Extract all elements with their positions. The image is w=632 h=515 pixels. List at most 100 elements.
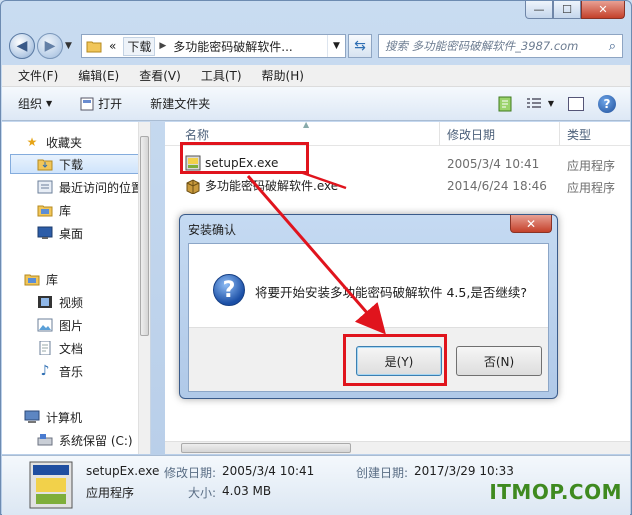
watermark: ITMOP.COM (489, 480, 622, 504)
organize-label: 组织 (18, 97, 43, 111)
menu-help[interactable]: 帮助(H) (252, 67, 314, 84)
column-modified[interactable]: 修改日期 (447, 126, 495, 143)
nav-videos[interactable]: 视频 (37, 292, 83, 312)
video-icon (38, 296, 52, 308)
details-file-type: 应用程序 (86, 486, 135, 500)
dialog-title: 安装确认 (188, 223, 237, 237)
refresh-icon: ⇆ (354, 38, 366, 54)
search-placeholder: 搜索 多功能密码破解软件_3987.com (385, 39, 579, 53)
nav-downloads-label: 下载 (59, 157, 84, 172)
nav-videos-label: 视频 (59, 295, 84, 310)
open-button[interactable]: 打开 (80, 95, 122, 112)
command-bar: 组织 ▼ 打开 新建文件夹 ▼ ? (2, 87, 630, 121)
breadcrumb[interactable]: « 下载 ▶ 多功能密码破解软件... ▼ (81, 34, 346, 58)
no-button[interactable]: 否(N) (456, 346, 542, 376)
breadcrumb-overflow[interactable]: « (106, 39, 119, 53)
open-app-icon (80, 97, 94, 110)
question-icon: ? (213, 274, 245, 306)
change-view-button[interactable]: ▼ (526, 97, 554, 111)
nav-desktop[interactable]: 桌面 (37, 223, 83, 243)
refresh-button[interactable]: ⇆ (348, 34, 372, 58)
dialog-message: 将要开始安装多功能密码破解软件 4.5,是否继续? (255, 285, 527, 300)
caption-buttons: — ☐ ✕ (525, 1, 625, 19)
details-file-name: setupEx.exe (86, 464, 160, 478)
dialog-close-button[interactable]: ✕ (510, 215, 552, 233)
column-name[interactable]: 名称 (185, 126, 209, 143)
folder-icon (86, 41, 102, 53)
back-button[interactable]: ◀ (9, 33, 35, 59)
details-created-value: 2017/3/29 10:33 (414, 464, 514, 478)
view-details-icon (526, 97, 541, 108)
file-name: 多功能密码破解软件.exe (205, 179, 339, 193)
library-icon (24, 274, 40, 286)
nav-pictures[interactable]: 图片 (37, 315, 83, 335)
nav-music-label: 音乐 (59, 364, 84, 379)
nav-downloads[interactable]: 下载 (10, 154, 147, 174)
search-input[interactable]: 搜索 多功能密码破解软件_3987.com ⌕ (378, 34, 623, 58)
desktop-icon (37, 226, 53, 239)
column-divider[interactable] (559, 122, 560, 146)
file-list-hscrollbar[interactable] (165, 441, 630, 454)
arrow-right-icon: ▶ (44, 38, 56, 54)
menu-edit[interactable]: 编辑(E) (68, 67, 129, 84)
nav-documents[interactable]: 文档 (37, 338, 83, 358)
details-modified-value: 2005/3/4 10:41 (222, 464, 315, 478)
minimize-button[interactable]: — (525, 1, 553, 19)
package-app-icon (186, 178, 200, 194)
maximize-button[interactable]: ☐ (553, 1, 581, 19)
nav-pictures-label: 图片 (59, 318, 84, 333)
nav-music[interactable]: ♪ 音乐 (37, 361, 83, 381)
breadcrumb-current-folder[interactable]: 多功能密码破解软件... (170, 38, 295, 55)
highlight-box-yes (343, 334, 447, 386)
nav-computer-label: 计算机 (46, 410, 83, 425)
nav-library-shortcut[interactable]: 库 (37, 200, 71, 220)
chevron-down-icon[interactable]: ▼ (327, 35, 345, 57)
file-row[interactable]: 多功能密码破解软件.exe 2014/6/24 18:46 应用程序 (165, 175, 630, 197)
recent-pages-dropdown[interactable]: ▼ (65, 41, 77, 51)
nav-scrollbar-thumb[interactable] (140, 136, 149, 336)
installer-app-icon (29, 461, 73, 509)
details-size-label: 大小: (188, 486, 217, 500)
nav-scrollbar[interactable] (138, 122, 150, 454)
details-created-label: 创建日期: (356, 466, 409, 480)
navigation-pane: ★ 收藏夹 下载 最近访问的位置 库 桌面 库 视频 图片 文档 ♪ 音乐 计算… (2, 122, 151, 454)
nav-library-shortcut-label: 库 (59, 203, 72, 218)
computer-icon (24, 410, 40, 423)
document-icon (39, 341, 51, 355)
nav-system-drive[interactable]: 系统保留 (C:) (37, 430, 133, 450)
preview-pane-icon[interactable] (568, 96, 584, 111)
file-name-cell[interactable]: 多功能密码破解软件.exe (185, 177, 338, 194)
nav-favorites[interactable]: ★ 收藏夹 (24, 132, 82, 152)
forward-button[interactable]: ▶ (37, 33, 63, 59)
picture-icon (37, 318, 53, 332)
menu-file[interactable]: 文件(F) (8, 67, 68, 84)
nav-favorites-label: 收藏夹 (46, 135, 83, 150)
menu-tools[interactable]: 工具(T) (191, 67, 252, 84)
address-bar: ◀ ▶ ▼ « 下载 ▶ 多功能密码破解软件... ▼ ⇆ 搜索 多功能密码破解… (9, 31, 623, 61)
nav-recent[interactable]: 最近访问的位置 (37, 177, 143, 197)
chevron-right-icon[interactable]: ▶ (159, 41, 166, 51)
highlight-box-file (180, 142, 309, 174)
library-icon (37, 205, 53, 217)
command-bar-right: ▼ ? (498, 94, 616, 113)
nav-computer[interactable]: 计算机 (24, 407, 82, 427)
details-pane: setupEx.exe 应用程序 修改日期: 2005/3/4 10:41 大小… (2, 455, 630, 515)
preview-app-icon[interactable] (498, 96, 512, 112)
recent-places-icon (37, 180, 53, 194)
nav-desktop-label: 桌面 (59, 226, 84, 241)
new-folder-button[interactable]: 新建文件夹 (150, 95, 210, 112)
menu-view[interactable]: 查看(V) (129, 67, 191, 84)
file-type: 应用程序 (567, 159, 616, 173)
help-icon[interactable]: ? (598, 94, 616, 113)
download-folder-icon (37, 159, 53, 171)
close-button[interactable]: ✕ (581, 1, 625, 19)
column-type[interactable]: 类型 (567, 126, 591, 143)
hscrollbar-thumb[interactable] (181, 443, 351, 453)
nav-libraries-label: 库 (46, 272, 59, 287)
search-icon: ⌕ (608, 38, 616, 54)
column-divider[interactable] (439, 122, 440, 146)
arrow-left-icon: ◀ (16, 38, 28, 54)
organize-button[interactable]: 组织 ▼ (18, 95, 52, 112)
breadcrumb-downloads[interactable]: 下载 (123, 36, 156, 56)
nav-libraries[interactable]: 库 (24, 269, 58, 289)
